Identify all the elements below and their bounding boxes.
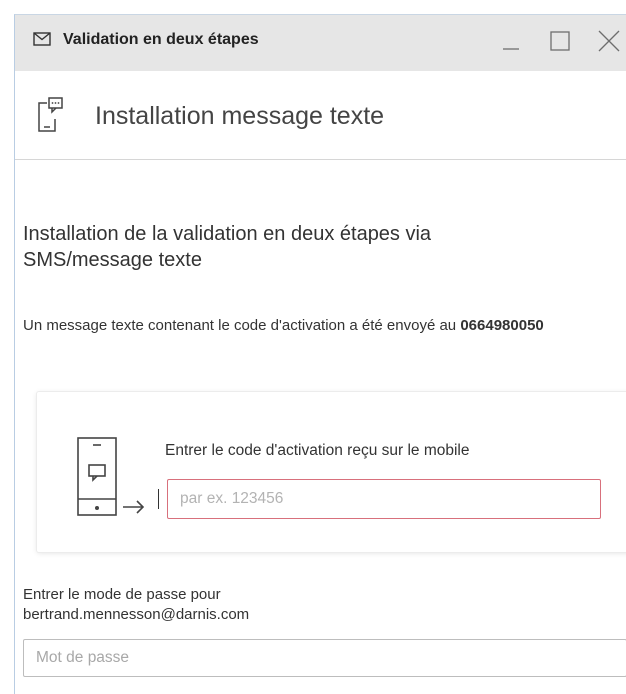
section-title-line1: Installation de la validation en deux ét…: [23, 223, 432, 245]
password-label-email: bertrand.mennesson@darnis.com: [23, 606, 250, 623]
sms-phone-icon: [38, 97, 63, 132]
password-input[interactable]: [23, 639, 626, 677]
window-title: Validation en deux étapes: [63, 31, 259, 48]
maximize-icon[interactable]: [546, 27, 574, 55]
phone-arrow-icon: [77, 437, 145, 516]
text-caret: [158, 489, 159, 509]
section-title: Installation de la validation en deux ét…: [23, 221, 583, 273]
title-bar[interactable]: Validation en deux étapes: [15, 15, 626, 71]
password-label-line1: Entrer le mode de passe pour: [23, 586, 221, 603]
header-title: Installation message texte: [95, 102, 385, 130]
activation-code-input[interactable]: [167, 479, 601, 519]
sms-sent-info: Un message texte contenant le code d'act…: [23, 316, 623, 336]
section-title-line2: SMS/message texte: [23, 249, 202, 271]
dialog-window: Validation en deux étapes Installation m…: [14, 14, 626, 694]
dialog-header: Installation message texte: [15, 71, 626, 160]
minimize-icon[interactable]: [497, 27, 525, 55]
close-icon[interactable]: [595, 27, 623, 55]
password-label: Entrer le mode de passe pour bertrand.me…: [23, 585, 249, 625]
activation-code-label: Entrer le code d'activation reçu sur le …: [165, 442, 470, 459]
activation-code-card: Entrer le code d'activation reçu sur le …: [37, 392, 626, 552]
phone-number: 0664980050: [460, 317, 544, 334]
mail-icon: [33, 32, 51, 46]
info-text: Un message texte contenant le code d'act…: [23, 317, 461, 334]
